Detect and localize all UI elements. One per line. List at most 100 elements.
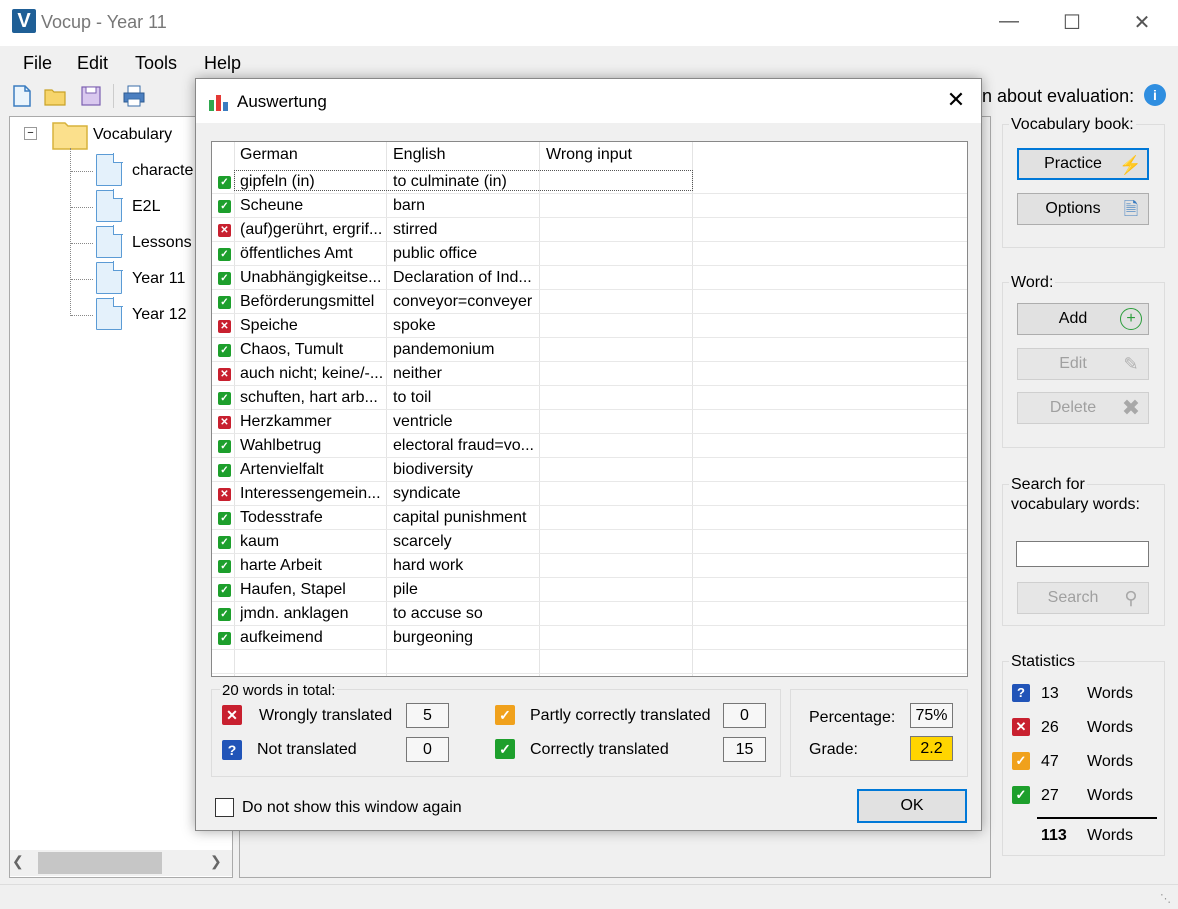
cell-wrong-input[interactable] bbox=[546, 386, 691, 410]
column-header-wrong-input[interactable]: Wrong input bbox=[546, 142, 632, 168]
cell-german[interactable]: Unabhängigkeitse... bbox=[240, 266, 385, 290]
cell-german[interactable]: kaum bbox=[240, 530, 385, 554]
cell-german[interactable]: Beförderungsmittel bbox=[240, 290, 385, 314]
cell-english[interactable]: to culminate (in) bbox=[393, 170, 538, 194]
cell-german[interactable]: (auf)gerührt, ergrif... bbox=[240, 218, 385, 242]
column-header-german[interactable]: German bbox=[240, 142, 298, 168]
info-icon[interactable]: i bbox=[1144, 84, 1166, 106]
practice-button[interactable]: Practice ⚡ bbox=[1017, 148, 1149, 180]
collapse-toggle[interactable]: − bbox=[24, 127, 37, 140]
cell-german[interactable]: schuften, hart arb... bbox=[240, 386, 385, 410]
print-icon[interactable] bbox=[122, 84, 146, 108]
cell-wrong-input[interactable] bbox=[546, 506, 691, 530]
open-folder-icon[interactable] bbox=[43, 84, 67, 108]
cell-english[interactable]: barn bbox=[393, 194, 538, 218]
cell-wrong-input[interactable] bbox=[546, 362, 691, 386]
cell-german[interactable]: Artenvielfalt bbox=[240, 458, 385, 482]
cell-wrong-input[interactable] bbox=[546, 554, 691, 578]
menu-tools[interactable]: Tools bbox=[135, 53, 177, 74]
menu-edit[interactable]: Edit bbox=[77, 53, 108, 74]
edit-button[interactable]: Edit ✎ bbox=[1017, 348, 1149, 380]
cell-german[interactable]: Wahlbetrug bbox=[240, 434, 385, 458]
tree-item-lessons[interactable]: Lessons bbox=[132, 234, 192, 252]
cell-wrong-input[interactable] bbox=[546, 626, 691, 650]
maximize-button[interactable]: ☐ bbox=[1057, 10, 1087, 35]
save-icon[interactable] bbox=[79, 84, 103, 108]
cell-english[interactable]: to toil bbox=[393, 386, 538, 410]
cell-german[interactable]: auch nicht; keine/-... bbox=[240, 362, 385, 386]
scroll-left-icon[interactable]: ❮ bbox=[12, 853, 24, 870]
tree-root-vocabulary[interactable]: Vocabulary bbox=[93, 126, 172, 144]
scroll-right-icon[interactable]: ❯ bbox=[210, 853, 222, 870]
cell-english[interactable]: spoke bbox=[393, 314, 538, 338]
cell-german[interactable]: harte Arbeit bbox=[240, 554, 385, 578]
cell-english[interactable]: syndicate bbox=[393, 482, 538, 506]
cell-english[interactable]: capital punishment bbox=[393, 506, 538, 530]
cell-wrong-input[interactable] bbox=[546, 482, 691, 506]
scrollbar-thumb[interactable] bbox=[38, 852, 162, 874]
ok-button[interactable]: OK bbox=[857, 789, 967, 823]
cell-german[interactable]: gipfeln (in) bbox=[240, 170, 385, 194]
cell-english[interactable]: pile bbox=[393, 578, 538, 602]
cell-wrong-input[interactable] bbox=[546, 530, 691, 554]
search-button[interactable]: Search ⚲ bbox=[1017, 582, 1149, 614]
cell-english[interactable]: ventricle bbox=[393, 410, 538, 434]
tree-item-characte[interactable]: characte bbox=[132, 162, 193, 180]
tree-item-year-12[interactable]: Year 12 bbox=[132, 306, 187, 324]
cell-german[interactable]: Haufen, Stapel bbox=[240, 578, 385, 602]
tree-item-e2l[interactable]: E2L bbox=[132, 198, 160, 216]
cell-wrong-input[interactable] bbox=[546, 170, 691, 194]
resize-grip-icon[interactable]: ⋱ bbox=[1160, 892, 1171, 905]
close-window-button[interactable]: ✕ bbox=[1127, 10, 1157, 35]
cell-german[interactable]: öffentliches Amt bbox=[240, 242, 385, 266]
cell-wrong-input[interactable] bbox=[546, 458, 691, 482]
cell-german[interactable]: aufkeimend bbox=[240, 626, 385, 650]
add-button[interactable]: Add + bbox=[1017, 303, 1149, 335]
cell-english[interactable]: conveyor=conveyer bbox=[393, 290, 538, 314]
cell-wrong-input[interactable] bbox=[546, 290, 691, 314]
cell-german[interactable]: Scheune bbox=[240, 194, 385, 218]
cell-wrong-input[interactable] bbox=[546, 242, 691, 266]
cell-english[interactable]: biodiversity bbox=[393, 458, 538, 482]
cell-wrong-input[interactable] bbox=[546, 410, 691, 434]
cell-german[interactable]: Herzkammer bbox=[240, 410, 385, 434]
edit-label: Edit bbox=[1059, 355, 1087, 372]
delete-button[interactable]: Delete ✖ bbox=[1017, 392, 1149, 424]
stat-label: Words bbox=[1087, 753, 1133, 770]
new-file-icon[interactable] bbox=[10, 84, 34, 108]
cell-english[interactable]: scarcely bbox=[393, 530, 538, 554]
cell-german[interactable]: Chaos, Tumult bbox=[240, 338, 385, 362]
cell-english[interactable]: stirred bbox=[393, 218, 538, 242]
cell-english[interactable]: to accuse so bbox=[393, 602, 538, 626]
dialog-close-icon[interactable]: ✕ bbox=[941, 87, 971, 113]
cell-wrong-input[interactable] bbox=[546, 266, 691, 290]
do-not-show-label[interactable]: Do not show this window again bbox=[242, 799, 462, 817]
search-input[interactable] bbox=[1016, 541, 1149, 567]
cell-english[interactable]: burgeoning bbox=[393, 626, 538, 650]
column-header-english[interactable]: English bbox=[393, 142, 445, 168]
cell-english[interactable]: pandemonium bbox=[393, 338, 538, 362]
cell-wrong-input[interactable] bbox=[546, 314, 691, 338]
options-button[interactable]: Options 🗎 bbox=[1017, 193, 1149, 225]
cell-wrong-input[interactable] bbox=[546, 218, 691, 242]
cell-english[interactable]: electoral fraud=vo... bbox=[393, 434, 538, 458]
tree-item-year-11[interactable]: Year 11 bbox=[132, 270, 185, 288]
cell-english[interactable]: public office bbox=[393, 242, 538, 266]
do-not-show-checkbox[interactable] bbox=[215, 798, 234, 817]
cell-german[interactable]: jmdn. anklagen bbox=[240, 602, 385, 626]
cell-english[interactable]: neither bbox=[393, 362, 538, 386]
cell-german[interactable]: Todesstrafe bbox=[240, 506, 385, 530]
menu-help[interactable]: Help bbox=[204, 53, 241, 74]
cell-wrong-input[interactable] bbox=[546, 578, 691, 602]
cell-english[interactable]: hard work bbox=[393, 554, 538, 578]
cell-wrong-input[interactable] bbox=[546, 602, 691, 626]
cell-wrong-input[interactable] bbox=[546, 194, 691, 218]
menu-file[interactable]: File bbox=[23, 53, 52, 74]
cell-english[interactable]: Declaration of Ind... bbox=[393, 266, 538, 290]
cell-wrong-input[interactable] bbox=[546, 338, 691, 362]
cell-german[interactable]: Speiche bbox=[240, 314, 385, 338]
cell-german[interactable]: Interessengemein... bbox=[240, 482, 385, 506]
minimize-button[interactable]: — bbox=[994, 10, 1024, 33]
cell-wrong-input[interactable] bbox=[546, 434, 691, 458]
percentage-label: Percentage: bbox=[809, 709, 896, 726]
